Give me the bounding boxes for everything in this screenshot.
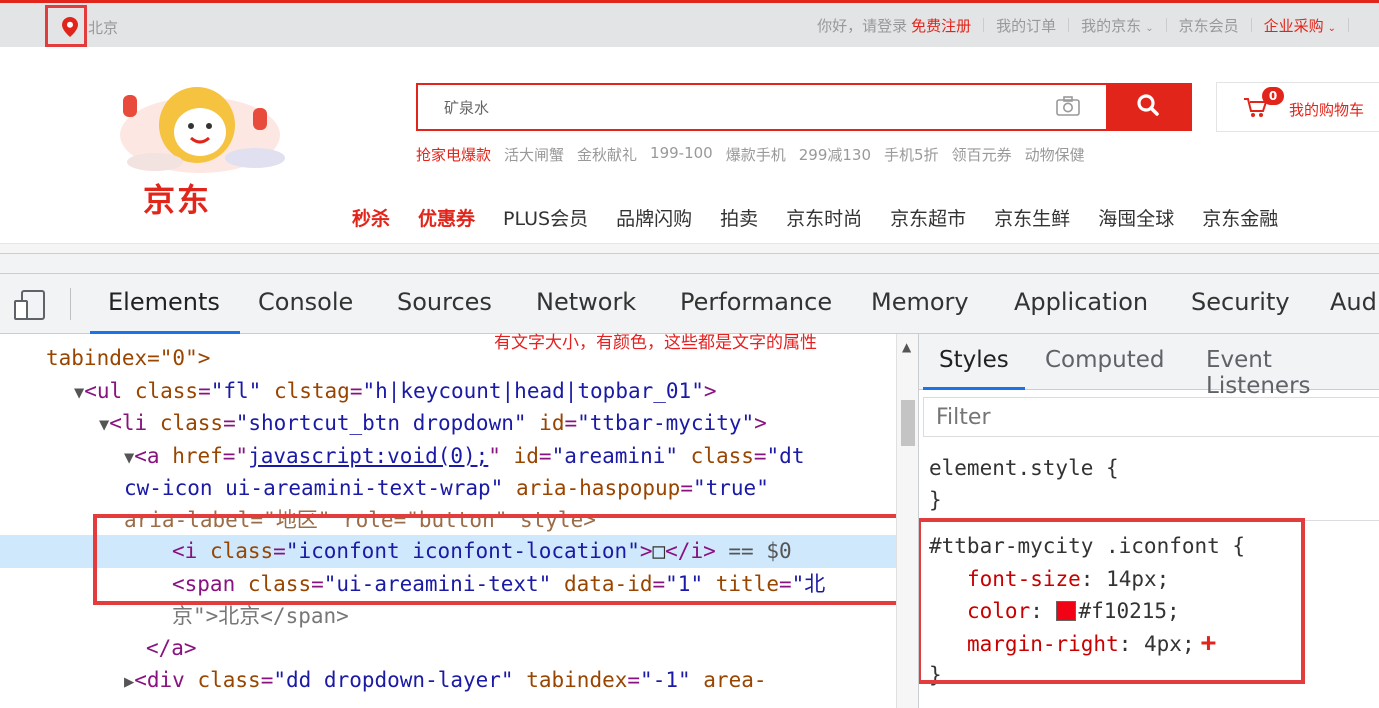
tab-computed[interactable]: Computed (1045, 347, 1164, 373)
city-label[interactable]: 北京 (88, 17, 118, 38)
active-tab-indicator (923, 387, 1025, 390)
nav-item-fashion[interactable]: 京东时尚 (786, 204, 862, 231)
tab-security[interactable]: Security (1191, 288, 1290, 316)
enterprise-link[interactable]: 企业采购 ⌄ (1252, 15, 1348, 36)
scroll-up-icon[interactable]: ▲ (902, 340, 911, 354)
search-bar (416, 83, 1192, 131)
divider (70, 288, 71, 320)
filter-box (923, 397, 1379, 437)
rule-close-brace: } (929, 488, 942, 512)
expand-triangle-icon[interactable]: ▼ (124, 448, 134, 468)
nav-item-fresh[interactable]: 京东生鲜 (994, 204, 1070, 231)
jd-logo-text[interactable]: 京东 (143, 175, 211, 221)
tab-console[interactable]: Console (258, 288, 353, 316)
device-toggle-icon[interactable] (14, 290, 46, 324)
dom-node-a[interactable]: ▼<a href="javascript:void(0);" id="aream… (124, 440, 804, 474)
tab-sources[interactable]: Sources (397, 288, 492, 316)
dom-node-ul[interactable]: ▼<ul class="fl" clstag="h|keycount|head|… (74, 375, 717, 409)
search-input[interactable] (418, 85, 1108, 129)
page-fold (0, 243, 1379, 253)
nav-item-coupons[interactable]: 优惠券 (418, 204, 475, 231)
hotword-link[interactable]: 金秋献礼 (577, 144, 637, 165)
element-highlight-box (93, 514, 896, 605)
hotword-link[interactable]: 爆款手机 (726, 144, 786, 165)
nav-item-flash[interactable]: 品牌闪购 (616, 204, 692, 231)
dom-node-li[interactable]: ▼<li class="shortcut_btn dropdown" id="t… (99, 407, 767, 441)
devtools-panel: Elements Console Sources Network Perform… (0, 253, 1379, 708)
dom-line[interactable]: tabindex="0"> (46, 342, 210, 374)
chevron-down-icon: ⌄ (1327, 22, 1336, 34)
dom-line[interactable]: cw-icon ui-areamini-text-wrap" aria-hasp… (124, 472, 769, 504)
devtools-resize-bar[interactable] (0, 254, 1379, 274)
login-link[interactable]: 你好，请登录 (805, 15, 911, 36)
hot-keywords: 抢家电爆款 活大闸蟹 金秋献礼 199-100 爆款手机 299减130 手机5… (416, 144, 1098, 165)
elements-scrollbar[interactable]: ▲ (896, 334, 918, 708)
hotword-link[interactable]: 抢家电爆款 (416, 144, 491, 165)
dom-close-a[interactable]: </a> (146, 632, 197, 664)
nav-item-global[interactable]: 海囤全球 (1098, 204, 1174, 231)
styles-tab-bar: Styles Computed Event Listeners (919, 334, 1379, 399)
tab-memory[interactable]: Memory (871, 288, 969, 316)
nav-item-supermarket[interactable]: 京东超市 (890, 204, 966, 231)
elements-tree: tabindex="0"> ▼<ul class="fl" clstag="h|… (0, 334, 896, 708)
hotword-link[interactable]: 299减130 (799, 144, 871, 165)
orders-link[interactable]: 我的订单 (984, 15, 1068, 36)
location-pin-icon[interactable] (62, 17, 78, 41)
dom-node-div[interactable]: ▶<div class="dd dropdown-layer" tabindex… (124, 664, 767, 698)
tab-network[interactable]: Network (536, 288, 636, 316)
style-highlight-box (919, 518, 1305, 684)
filter-input[interactable] (934, 402, 1334, 432)
tab-performance[interactable]: Performance (680, 288, 832, 316)
my-jd-label: 我的京东 (1081, 16, 1142, 35)
register-link[interactable]: 免费注册 (911, 15, 983, 36)
styles-pane: Styles Computed Event Listeners element.… (918, 334, 1379, 708)
expand-triangle-icon[interactable]: ▼ (74, 383, 84, 403)
main-navigation: 秒杀 优惠券 PLUS会员 品牌闪购 拍卖 京东时尚 京东超市 京东生鲜 海囤全… (352, 204, 1306, 231)
camera-icon[interactable] (1056, 96, 1080, 120)
nav-item-seckill[interactable]: 秒杀 (352, 204, 390, 231)
cart-count-badge: 0 (1262, 87, 1284, 105)
element-style-rule[interactable]: element.style { (929, 452, 1119, 484)
scroll-thumb[interactable] (901, 400, 915, 446)
top-navigation: 你好，请登录 免费注册 我的订单 我的京东 ⌄ 京东会员 企业采购 ⌄ (805, 3, 1379, 47)
hotword-link[interactable]: 动物保健 (1025, 144, 1085, 165)
nav-item-plus[interactable]: PLUS会员 (503, 204, 588, 231)
nav-item-finance[interactable]: 京东金融 (1202, 204, 1278, 231)
tab-audits[interactable]: Audi (1330, 288, 1379, 316)
tab-application[interactable]: Application (1014, 288, 1148, 316)
devtools-tab-bar: Elements Console Sources Network Perform… (0, 274, 1379, 353)
expand-triangle-icon[interactable]: ▼ (99, 415, 109, 435)
hotword-link[interactable]: 活大闸蟹 (504, 144, 564, 165)
nav-item-auction[interactable]: 拍卖 (720, 204, 758, 231)
chevron-down-icon: ⌄ (1145, 22, 1154, 34)
search-icon (1136, 93, 1160, 121)
attr-text: tabindex="0"> (46, 346, 211, 370)
my-jd-link[interactable]: 我的京东 ⌄ (1069, 15, 1165, 36)
enterprise-label: 企业采购 (1263, 16, 1324, 35)
member-link[interactable]: 京东会员 (1167, 15, 1251, 36)
expand-triangle-icon[interactable]: ▶ (124, 672, 134, 692)
tab-event-listeners[interactable]: Event Listeners (1206, 347, 1379, 399)
href-link[interactable]: javascript:void(0); (248, 444, 488, 468)
tab-styles[interactable]: Styles (939, 347, 1009, 373)
tab-elements[interactable]: Elements (108, 288, 220, 316)
cart-label: 我的购物车 (1289, 101, 1365, 119)
hotword-link[interactable]: 手机5折 (884, 144, 939, 165)
hotword-link[interactable]: 199-100 (650, 144, 713, 165)
cart-button[interactable]: 0 我的购物车 (1216, 82, 1379, 132)
jd-topbar: 北京 你好，请登录 免费注册 我的订单 我的京东 ⌄ 京东会员 企业采购 ⌄ (0, 3, 1379, 47)
divider (1348, 18, 1349, 32)
hotword-link[interactable]: 领百元券 (952, 144, 1012, 165)
search-button[interactable] (1106, 85, 1190, 129)
